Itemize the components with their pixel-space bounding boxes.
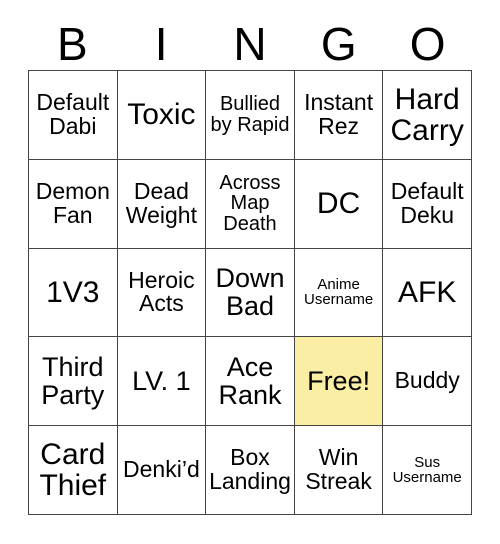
bingo-cell[interactable]: DC bbox=[294, 159, 384, 249]
bingo-cell-label: Box Landing bbox=[209, 444, 291, 495]
bingo-cell-label: 1V3 bbox=[46, 275, 100, 309]
bingo-cell[interactable]: Third Party bbox=[29, 337, 118, 427]
bingo-cell-label: DC bbox=[316, 187, 361, 221]
bingo-cell[interactable]: Ace Rank bbox=[206, 337, 295, 427]
bingo-grid: Default Dabi Toxic Bullied by Rapid Instant… bbox=[28, 70, 472, 515]
bingo-cell-label: Demon Fan bbox=[35, 177, 110, 228]
header-letter-o: O bbox=[409, 18, 446, 70]
bingo-cell[interactable]: Toxic bbox=[117, 71, 207, 160]
bingo-cell[interactable]: Win Streak bbox=[294, 426, 384, 515]
bingo-cell[interactable]: Card Thief bbox=[29, 426, 118, 515]
bingo-cell[interactable]: Default Dabi bbox=[29, 71, 118, 160]
bingo-free-cell[interactable]: Free! bbox=[294, 337, 384, 427]
bingo-cell-label: Denki’d bbox=[123, 456, 200, 483]
bingo-cell[interactable]: Denki’d bbox=[117, 426, 207, 515]
bingo-cell[interactable]: LV. 1 bbox=[117, 337, 207, 427]
bingo-cell-label: Free! bbox=[307, 366, 371, 397]
header-letter-b: B bbox=[57, 18, 88, 70]
bingo-cell-label: Dead Weight bbox=[125, 177, 197, 228]
bingo-cell-label: Toxic bbox=[127, 98, 196, 132]
bingo-cell-label: Down Bad bbox=[215, 263, 285, 322]
bingo-cell[interactable]: Bullied by Rapid bbox=[206, 71, 295, 160]
bingo-cell-label: Win Streak bbox=[305, 444, 372, 495]
bingo-cell-label: Third Party bbox=[41, 352, 105, 411]
bingo-cell[interactable]: 1V3 bbox=[29, 248, 118, 338]
bingo-cell[interactable]: Sus Username bbox=[383, 426, 472, 515]
bingo-cell[interactable]: Box Landing bbox=[206, 426, 295, 515]
header-letter-n: N bbox=[233, 18, 267, 70]
bingo-cell[interactable]: Across Map Death bbox=[206, 159, 295, 249]
bingo-cell-label: Instant Rez bbox=[304, 88, 374, 139]
bingo-cell-label: Buddy bbox=[394, 367, 460, 394]
bingo-cell[interactable]: Dead Weight bbox=[117, 159, 207, 249]
bingo-cell-label: LV. 1 bbox=[132, 366, 191, 397]
bingo-cell-label: Anime Username bbox=[303, 275, 374, 309]
bingo-cell[interactable]: AFK bbox=[383, 248, 472, 338]
bingo-cell[interactable]: Instant Rez bbox=[294, 71, 384, 160]
bingo-cell-label: AFK bbox=[398, 275, 457, 309]
bingo-cell-label: Ace Rank bbox=[218, 352, 282, 411]
bingo-cell-label: Bullied by Rapid bbox=[210, 93, 290, 136]
bingo-cell[interactable]: Hard Carry bbox=[383, 71, 472, 160]
bingo-cell[interactable]: Buddy bbox=[383, 337, 472, 427]
bingo-cell-label: Default Deku bbox=[390, 177, 464, 228]
bingo-cell[interactable]: Heroic Acts bbox=[117, 248, 207, 338]
bingo-card: B I N G O Default Dabi Toxic Bullied by Ra… bbox=[0, 0, 500, 544]
bingo-cell-label: Across Map Death bbox=[219, 171, 281, 236]
bingo-cell-label: Default Dabi bbox=[36, 88, 110, 139]
header-letter-g: G bbox=[320, 18, 357, 70]
bingo-cell[interactable]: Demon Fan bbox=[29, 159, 118, 249]
bingo-cell-label: Card Thief bbox=[39, 437, 107, 503]
bingo-cell[interactable]: Down Bad bbox=[206, 248, 295, 338]
bingo-header: B I N G O bbox=[28, 18, 472, 70]
bingo-cell-label: Sus Username bbox=[392, 453, 462, 487]
header-letter-i: I bbox=[154, 18, 168, 70]
bingo-cell[interactable]: Anime Username bbox=[294, 248, 384, 338]
bingo-cell-label: Hard Carry bbox=[390, 82, 464, 147]
bingo-cell[interactable]: Default Deku bbox=[383, 159, 472, 249]
bingo-cell-label: Heroic Acts bbox=[128, 266, 195, 317]
